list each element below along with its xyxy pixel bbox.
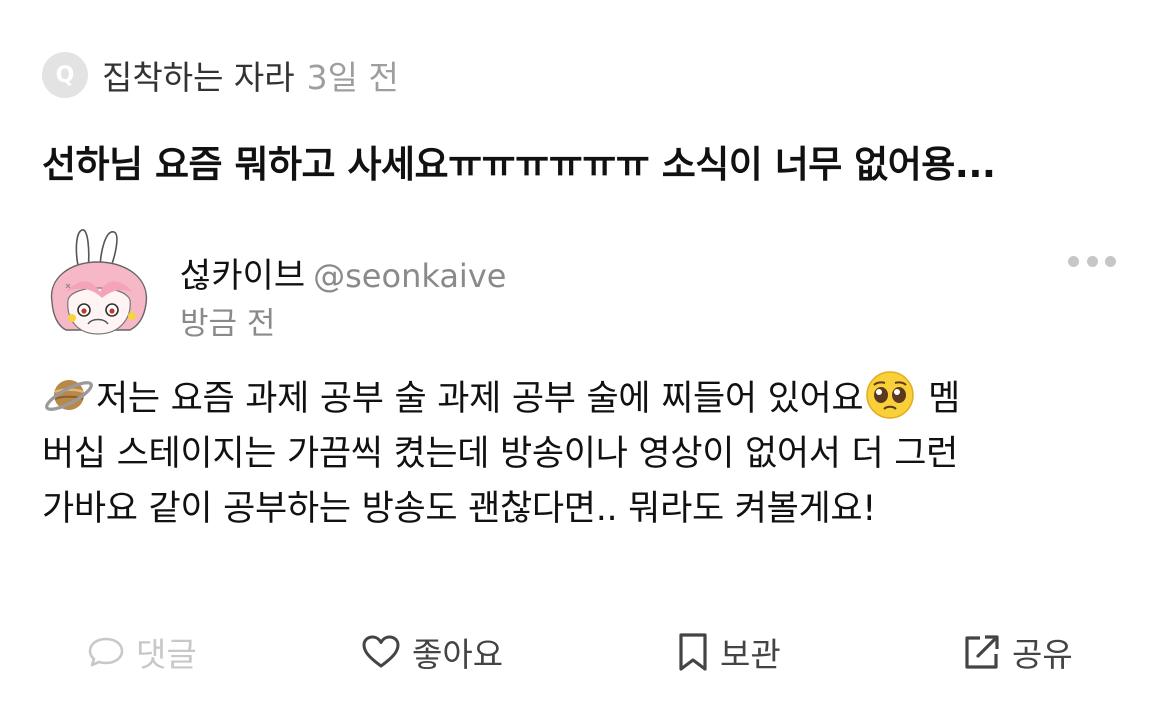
share-icon: [965, 635, 999, 669]
answer-body: 저는 요즘 과제 공부 술 과제 공부 술에 찌들어 있어요 멤 버십 스테이지…: [42, 368, 1132, 537]
comment-icon: [88, 637, 124, 667]
save-label: 보관: [720, 635, 781, 674]
more-dot-icon: [1105, 255, 1116, 267]
share-button[interactable]: 공유: [962, 624, 1073, 680]
question-text: 선하님 요즘 뭐하고 사세요ㅠㅠㅠㅠㅠㅠ 소식이 너무 없어용...: [42, 143, 996, 186]
answer-line-text: 저는 요즘 과제 공부 술 과제 공부 술에 찌들어 있어요: [96, 379, 864, 419]
heart-icon: [362, 635, 400, 668]
answer-time: 방금 전: [180, 306, 276, 342]
bookmark-icon: [679, 633, 707, 671]
answer-line: 저는 요즘 과제 공부 술 과제 공부 술에 찌들어 있어요 멤: [42, 368, 1132, 427]
question-badge-icon: Q: [42, 52, 88, 98]
bunny-avatar-icon: [50, 229, 148, 335]
like-button[interactable]: 좋아요: [360, 624, 503, 680]
answer-line: 버십 스테이지는 가끔씩 켰는데 방송이나 영상이 없어서 더 그런: [42, 434, 959, 474]
answerer-handle[interactable]: @seonkaive: [313, 257, 506, 295]
comment-button[interactable]: 댓글: [86, 624, 197, 680]
action-bar: 댓글 좋아요 보관 공유: [0, 624, 1169, 680]
answerer-identity[interactable]: 섢카이브 @seonkaive: [180, 248, 506, 297]
pleading-face-icon: [866, 371, 915, 419]
ringed-planet-icon: [45, 380, 93, 411]
save-button[interactable]: 보관: [676, 624, 781, 680]
comment-label: 댓글: [136, 635, 197, 674]
question-badge-letter: Q: [55, 62, 75, 88]
question-time: 3일 전: [306, 58, 399, 97]
more-dot-icon: [1068, 255, 1079, 267]
more-options-button[interactable]: [1068, 250, 1116, 272]
share-label: 공유: [1012, 635, 1073, 674]
answer-line-text: 멤: [917, 379, 961, 419]
answerer-name[interactable]: 섢카이브: [180, 256, 305, 296]
question-author[interactable]: 집착하는 자라: [102, 51, 295, 99]
more-dot-icon: [1086, 255, 1098, 267]
question-header: Q 집착하는 자라 3일 전: [42, 52, 399, 98]
answer-line: 가바요 같이 공부하는 방송도 괜찮다면.. 뭐라도 켜볼게요!: [42, 489, 877, 529]
like-label: 좋아요: [412, 635, 504, 674]
avatar[interactable]: [42, 222, 152, 344]
